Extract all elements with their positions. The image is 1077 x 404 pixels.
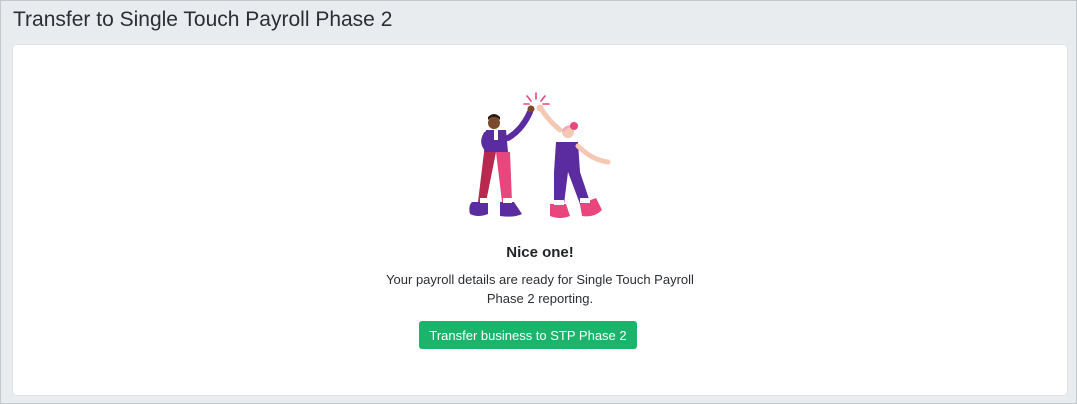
content-card: Nice one! Your payroll details are ready… <box>13 45 1067 395</box>
page-frame: Transfer to Single Touch Payroll Phase 2 <box>0 0 1077 404</box>
success-message-line-1: Your payroll details are ready for Singl… <box>386 272 694 287</box>
high-five-icon <box>469 92 611 218</box>
success-message-line-2: Phase 2 reporting. <box>486 291 594 306</box>
transfer-business-button[interactable]: Transfer business to STP Phase 2 <box>419 321 637 349</box>
success-heading: Nice one! <box>506 244 574 261</box>
success-message: Your payroll details are ready for Singl… <box>13 270 1067 308</box>
page-title: Transfer to Single Touch Payroll Phase 2 <box>13 8 393 31</box>
